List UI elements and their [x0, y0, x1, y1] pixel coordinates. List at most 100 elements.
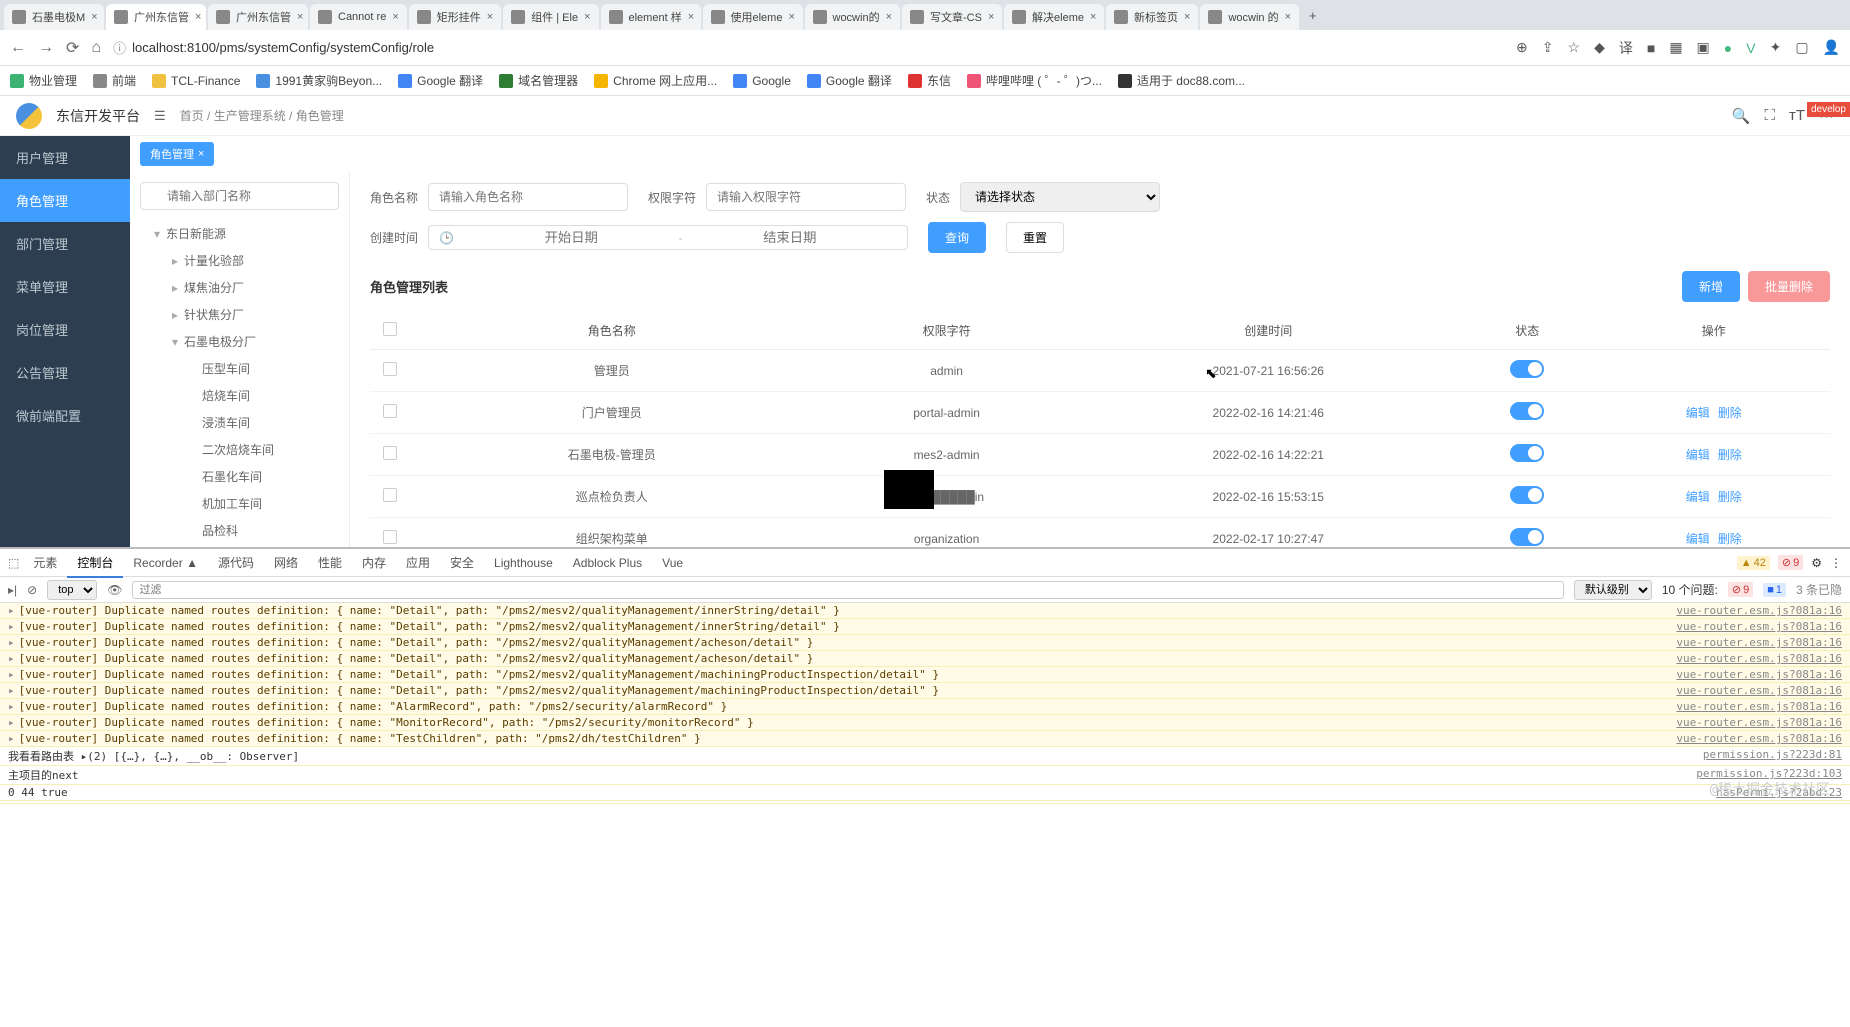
- close-icon[interactable]: ×: [584, 11, 590, 23]
- browser-tab[interactable]: 石墨电极M×: [4, 4, 104, 30]
- share-icon[interactable]: ⇪: [1542, 39, 1554, 56]
- reset-button[interactable]: 重置: [1006, 222, 1064, 253]
- perm-input[interactable]: [706, 183, 906, 211]
- status-switch[interactable]: [1510, 528, 1544, 546]
- close-icon[interactable]: ×: [1285, 11, 1291, 23]
- close-icon[interactable]: ×: [91, 11, 97, 23]
- browser-tab[interactable]: 矩形挂件×: [409, 4, 501, 30]
- ext6-icon[interactable]: V: [1746, 40, 1755, 56]
- close-icon[interactable]: ×: [688, 11, 694, 23]
- edit-link[interactable]: 编辑: [1686, 406, 1710, 420]
- sidebar-item[interactable]: 公告管理: [0, 351, 130, 394]
- new-tab-button[interactable]: +: [1301, 8, 1325, 23]
- browser-tab[interactable]: wocwin的×: [805, 4, 901, 30]
- close-icon[interactable]: ×: [1184, 11, 1190, 23]
- tree-search-input[interactable]: [140, 182, 339, 210]
- tree-node[interactable]: ▾东日新能源: [140, 220, 339, 247]
- fullscreen-icon[interactable]: ⛶: [1764, 107, 1775, 125]
- edit-link[interactable]: 编辑: [1686, 448, 1710, 462]
- sidebar-item[interactable]: 菜单管理: [0, 265, 130, 308]
- tree-node[interactable]: 焙烧车间: [140, 382, 339, 409]
- sidebar-item[interactable]: 角色管理: [0, 179, 130, 222]
- hamburger-icon[interactable]: ☰: [154, 108, 166, 124]
- name-input[interactable]: [428, 183, 628, 211]
- devtools-tab[interactable]: Recorder ▲: [123, 550, 208, 576]
- console-src-link[interactable]: vue-router.esm.js?081a:16: [1676, 700, 1842, 713]
- tree-node[interactable]: 机加工车间: [140, 490, 339, 517]
- search-button[interactable]: 查询: [928, 222, 986, 253]
- bookmark-item[interactable]: Google: [733, 74, 791, 88]
- close-icon[interactable]: ×: [392, 11, 398, 23]
- status-switch[interactable]: [1510, 444, 1544, 462]
- close-icon[interactable]: ×: [297, 11, 303, 23]
- level-select[interactable]: 默认级别: [1574, 580, 1652, 600]
- gear-icon[interactable]: ⚙: [1811, 556, 1822, 570]
- status-switch[interactable]: [1510, 360, 1544, 378]
- font-size-icon[interactable]: тT: [1789, 107, 1805, 125]
- bookmark-item[interactable]: TCL-Finance: [152, 74, 240, 88]
- close-icon[interactable]: ×: [487, 11, 493, 23]
- breadcrumb-sys[interactable]: 生产管理系统: [214, 109, 286, 123]
- status-select[interactable]: 请选择状态: [960, 182, 1160, 212]
- ext5-icon[interactable]: ●: [1724, 40, 1732, 56]
- eye-icon[interactable]: 👁: [107, 583, 122, 597]
- bookmark-item[interactable]: Chrome 网上应用...: [594, 72, 717, 89]
- batch-delete-button[interactable]: 批量删除: [1748, 271, 1830, 302]
- row-checkbox[interactable]: [383, 362, 397, 376]
- tabs-icon[interactable]: ▢: [1795, 39, 1808, 56]
- devtools-tab[interactable]: Lighthouse: [484, 550, 563, 576]
- forward-button[interactable]: →: [38, 39, 54, 57]
- clear-icon[interactable]: ⊘: [27, 583, 37, 597]
- tree-node[interactable]: 二次焙烧车间: [140, 436, 339, 463]
- browser-tab[interactable]: 广州东信管×: [106, 4, 206, 30]
- ext3-icon[interactable]: ▦: [1669, 39, 1682, 56]
- add-button[interactable]: 新增: [1682, 271, 1740, 302]
- devtools-tab[interactable]: Adblock Plus: [563, 550, 652, 576]
- browser-tab[interactable]: 使用eleme×: [703, 4, 803, 30]
- tree-node[interactable]: 品检科: [140, 517, 339, 544]
- puzzle-icon[interactable]: ✦: [1770, 39, 1782, 56]
- tag-role[interactable]: 角色管理 ×: [140, 142, 214, 166]
- devtools-tab[interactable]: Vue: [652, 550, 693, 576]
- bookmark-item[interactable]: Google 翻译: [807, 72, 892, 89]
- sidebar-item[interactable]: 微前端配置: [0, 394, 130, 437]
- browser-tab[interactable]: Cannot re×: [310, 4, 407, 30]
- issue-info[interactable]: ■ 1: [1763, 583, 1786, 597]
- devtools-tab[interactable]: 源代码: [208, 550, 264, 576]
- browser-tab[interactable]: wocwin 的×: [1200, 4, 1299, 30]
- row-checkbox[interactable]: [383, 446, 397, 460]
- bookmark-item[interactable]: 东信: [908, 72, 951, 89]
- browser-tab[interactable]: 新标签页×: [1106, 4, 1198, 30]
- close-icon[interactable]: ×: [788, 11, 794, 23]
- tree-node[interactable]: ▸针状焦分厂: [140, 301, 339, 328]
- bookmark-item[interactable]: 域名管理器: [499, 72, 578, 89]
- ext4-icon[interactable]: ▣: [1697, 39, 1710, 56]
- console-src-link[interactable]: vue-router.esm.js?081a:16: [1676, 620, 1842, 633]
- console-src-link[interactable]: vue-router.esm.js?081a:16: [1676, 668, 1842, 681]
- ext2-icon[interactable]: ■: [1647, 40, 1655, 56]
- bookmark-item[interactable]: 哔哩哔哩 ( ゜- ゜)つ...: [967, 72, 1102, 89]
- translate-icon[interactable]: 译: [1619, 38, 1633, 58]
- delete-link[interactable]: 删除: [1718, 532, 1742, 546]
- date-start-input[interactable]: [464, 230, 679, 245]
- browser-tab[interactable]: element 样×: [601, 4, 701, 30]
- console-src-link[interactable]: vue-router.esm.js?081a:16: [1676, 684, 1842, 697]
- more-icon[interactable]: ⋮: [1830, 556, 1842, 570]
- edit-link[interactable]: 编辑: [1686, 490, 1710, 504]
- browser-tab[interactable]: 写文章-CS×: [902, 4, 1002, 30]
- delete-link[interactable]: 删除: [1718, 406, 1742, 420]
- tree-node[interactable]: 石墨化车间: [140, 463, 339, 490]
- ext1-icon[interactable]: ◆: [1594, 39, 1605, 56]
- bookmark-item[interactable]: 适用于 doc88.com...: [1118, 72, 1245, 89]
- search-icon[interactable]: 🔍: [1732, 107, 1751, 125]
- devtools-tab[interactable]: 性能: [308, 550, 352, 576]
- close-icon[interactable]: ×: [198, 148, 204, 160]
- zoom-icon[interactable]: ⊕: [1516, 39, 1528, 56]
- browser-tab[interactable]: 组件 | Ele×: [503, 4, 598, 30]
- tree-node[interactable]: ▸采购部: [140, 544, 339, 547]
- tree-node[interactable]: 压型车间: [140, 355, 339, 382]
- err-badge[interactable]: ⊘ 9: [1778, 555, 1803, 570]
- checkbox-all[interactable]: [383, 322, 397, 336]
- date-range[interactable]: 🕒 -: [428, 225, 908, 250]
- console-src-link[interactable]: vue-router.esm.js?081a:16: [1676, 604, 1842, 617]
